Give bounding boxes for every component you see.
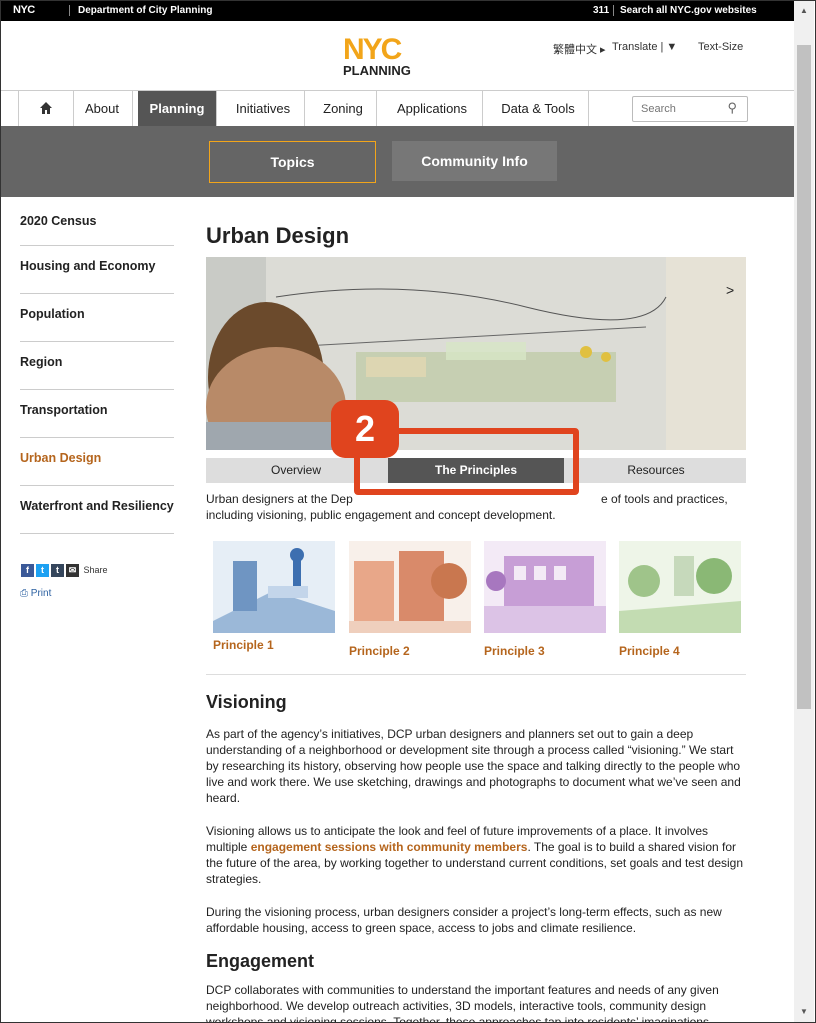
sidebar-item-waterfront[interactable]: Waterfront and Resiliency [20, 486, 174, 534]
intro-text-end: e of tools and practices, [601, 492, 728, 506]
print-link[interactable]: ⎙ Print [20, 588, 51, 599]
site-search: ⚲ [632, 96, 748, 122]
callout-step-badge: 2 [331, 400, 399, 458]
principle-3-illustration [484, 541, 606, 633]
nav-item-about[interactable]: About [72, 91, 133, 127]
principle-3-label[interactable]: Principle 3 [484, 644, 608, 658]
principle-2-label[interactable]: Principle 2 [349, 644, 473, 658]
section-divider [206, 674, 746, 675]
nav-item-planning[interactable]: Planning [138, 91, 217, 127]
sidebar-item-housing-economy[interactable]: Housing and Economy [20, 246, 174, 294]
engagement-heading: Engagement [206, 951, 315, 971]
sidebar-item-transportation[interactable]: Transportation [20, 390, 174, 438]
printer-icon: ⎙ [20, 588, 28, 599]
principle-card-2[interactable]: Principle 2 [349, 541, 473, 658]
search-icon[interactable]: ⚲ [727, 100, 737, 116]
translate-dropdown[interactable]: Translate | ▼ [612, 41, 677, 53]
community-info-button[interactable]: Community Info [392, 141, 557, 181]
tab-resources[interactable]: Resources [566, 458, 746, 483]
intro-text-line2: including visioning, public engagement a… [206, 508, 556, 522]
facebook-icon[interactable]: f [21, 564, 34, 577]
nyc-logo-small[interactable]: NYC [13, 4, 35, 16]
principle-1-illustration [213, 541, 335, 633]
department-link[interactable]: Department of City Planning [69, 5, 212, 16]
sidebar-item-population[interactable]: Population [20, 294, 174, 342]
hero-illustration: > [206, 257, 746, 450]
logo-nyc-text: NYC [343, 33, 402, 66]
principle-1-label[interactable]: Principle 1 [213, 638, 337, 652]
nav-item-data-tools[interactable]: Data & Tools [488, 91, 589, 127]
intro-text-start: Urban designers at the Dep [206, 491, 356, 507]
section-band: Topics Community Info [1, 126, 794, 197]
principle-card-3[interactable]: Principle 3 [484, 541, 608, 658]
engagement-sessions-link[interactable]: engagement sessions with community membe… [251, 840, 528, 854]
share-bar: f t t ✉ Share [21, 564, 108, 578]
page-title: Urban Design [206, 223, 350, 248]
language-link[interactable]: 繁體中文 ▸ [553, 41, 606, 57]
sidebar-item-urban-design[interactable]: Urban Design [20, 438, 174, 486]
scroll-up-arrow-icon[interactable]: ▲ [794, 1, 814, 21]
nyc-planning-logo[interactable]: NYC PLANNING [341, 35, 431, 79]
logo-planning-text: PLANNING [343, 63, 411, 78]
sidebar-item-region[interactable]: Region [20, 342, 174, 390]
nav-item-zoning[interactable]: Zoning [310, 91, 377, 127]
twitter-icon[interactable]: t [36, 564, 49, 577]
browser-viewport: NYC Department of City Planning 311 Sear… [0, 0, 816, 1023]
sidebar: 2020 Census Housing and Economy Populati… [20, 201, 174, 534]
principle-2-illustration [349, 541, 471, 633]
main-nav: About Planning Initiatives Zoning Applic… [1, 90, 794, 127]
scrollbar-thumb[interactable] [797, 45, 811, 709]
text-size-button[interactable]: Text-Size [698, 41, 743, 53]
visioning-paragraph-2: Visioning allows us to anticipate the lo… [206, 823, 746, 887]
nav-item-applications[interactable]: Applications [382, 91, 483, 127]
nav-item-initiatives[interactable]: Initiatives [222, 91, 305, 127]
print-label: Print [30, 588, 52, 599]
tumblr-icon[interactable]: t [51, 564, 64, 577]
hero-next-arrow[interactable]: > [726, 282, 734, 298]
search-all-nyc-link[interactable]: Search all NYC.gov websites [613, 5, 757, 16]
principle-card-4[interactable]: Principle 4 [619, 541, 743, 658]
principle-4-illustration [619, 541, 741, 633]
email-icon[interactable]: ✉ [66, 564, 79, 577]
share-label[interactable]: Share [84, 565, 108, 575]
principle-card-1[interactable]: Principle 1 [213, 541, 337, 652]
nyc-global-bar: NYC Department of City Planning 311 Sear… [1, 1, 794, 21]
home-icon [40, 102, 52, 115]
sidebar-item-2020-census[interactable]: 2020 Census [20, 201, 174, 246]
visioning-paragraph-1: As part of the agency’s initiatives, DCP… [206, 727, 741, 805]
topics-button[interactable]: Topics [209, 141, 376, 183]
visioning-paragraph-3: During the visioning process, urban desi… [206, 905, 722, 935]
principle-4-label[interactable]: Principle 4 [619, 644, 743, 658]
nav-home[interactable] [18, 91, 74, 127]
hero-image: > [206, 257, 746, 450]
scroll-down-arrow-icon[interactable]: ▼ [794, 1002, 814, 1022]
vertical-scrollbar[interactable]: ▲ ▼ [794, 1, 814, 1022]
visioning-heading: Visioning [206, 692, 287, 712]
search-input[interactable] [639, 97, 723, 121]
engagement-paragraph-1: DCP collaborates with communities to und… [206, 983, 719, 1023]
link-311[interactable]: 311 [593, 5, 609, 16]
